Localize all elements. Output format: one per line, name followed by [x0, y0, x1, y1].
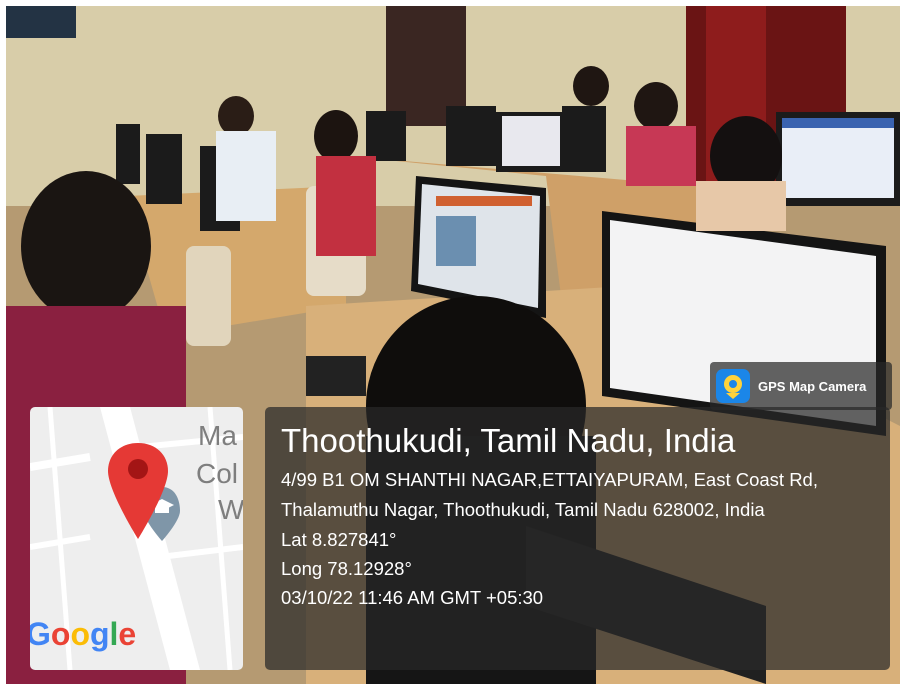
address-text: 4/99 B1 OM SHANTHI NAGAR,ETTAIYAPURAM, E… — [281, 469, 818, 520]
location-info-panel: Thoothukudi, Tamil Nadu, India 4/99 B1 O… — [265, 407, 890, 670]
map-label-1: Ma — [198, 420, 237, 451]
app-badge: GPS Map Camera — [710, 362, 892, 410]
map-label-2: Col — [196, 458, 238, 489]
location-map: Ma Col W Google — [30, 407, 243, 670]
latitude-text: Lat 8.827841° — [281, 529, 397, 550]
map-tile: Ma Col W Google — [30, 407, 243, 670]
google-logo: Google — [30, 616, 136, 652]
longitude-text: Long 78.12928° — [281, 558, 412, 579]
map-label-3: W — [218, 494, 243, 525]
location-title: Thoothukudi, Tamil Nadu, India — [281, 422, 736, 459]
location-pin-icon — [716, 369, 750, 403]
photo-frame: GPS Map Camera Ma Col W Google Thoothuku… — [6, 6, 900, 684]
app-name: GPS Map Camera — [758, 378, 867, 394]
timestamp-text: 03/10/22 11:46 AM GMT +05:30 — [281, 587, 544, 608]
